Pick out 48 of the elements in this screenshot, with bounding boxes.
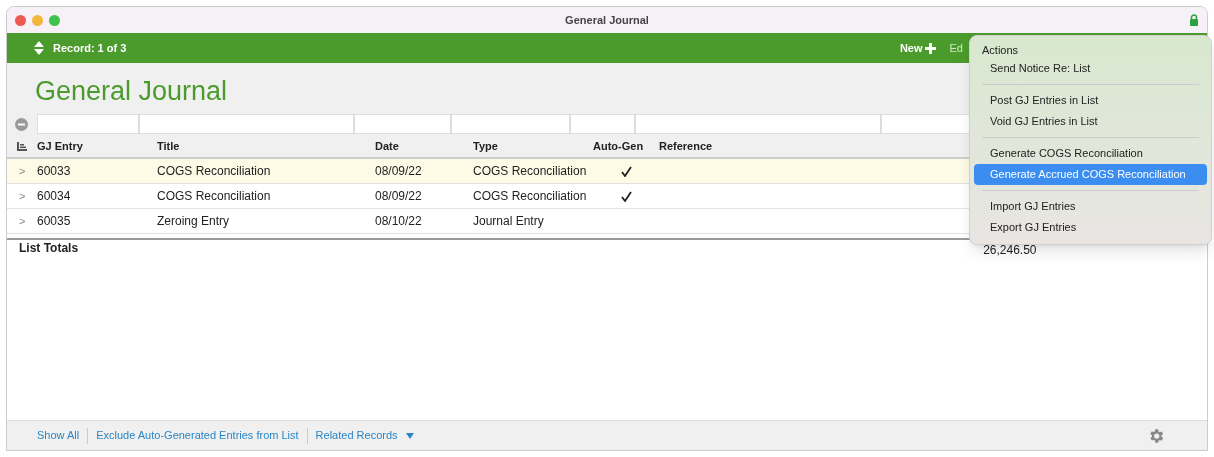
expand-chevron[interactable]: >: [17, 212, 37, 230]
table-cell-text: Journal Entry: [473, 213, 545, 230]
footer-link[interactable]: Show All: [37, 427, 80, 444]
page-heading: General Journal: [35, 74, 228, 108]
totals-value: 26,246.50: [983, 242, 1037, 259]
menu-item[interactable]: Post GJ Entries in List: [974, 90, 1207, 111]
filter-field[interactable]: [569, 114, 635, 134]
menu-item[interactable]: Send Notice Re: List: [974, 58, 1207, 79]
column-header[interactable]: Auto-Gen: [593, 137, 659, 155]
zoom-button[interactable]: [49, 14, 60, 26]
column-header[interactable]: Date: [375, 137, 473, 155]
column-header[interactable]: Title: [157, 137, 375, 155]
minimize-button[interactable]: [32, 14, 43, 26]
menu-title: Actions: [981, 42, 1020, 58]
column-header[interactable]: Type: [473, 137, 593, 155]
column-header[interactable]: GJ Entry: [37, 137, 157, 155]
totals-label: List Totals: [19, 240, 79, 257]
record-counter: Record: 1 of 3: [53, 40, 127, 56]
expand-chevron[interactable]: >: [17, 162, 37, 180]
filter-field[interactable]: [36, 114, 140, 134]
related-records-dropdown[interactable]: Related Records: [315, 427, 414, 444]
table-cell-text: 08/10/22: [375, 213, 423, 230]
footer-link[interactable]: Exclude Auto-Generated Entries from List: [96, 427, 299, 444]
column-header[interactable]: Reference: [659, 137, 909, 155]
menu-item[interactable]: Void GJ Entries in List: [974, 111, 1207, 132]
table-cell-text: 60034: [37, 188, 72, 205]
table-cell-text: 08/09/22: [375, 163, 423, 180]
up-down-arrows-icon[interactable]: [33, 40, 45, 56]
table-cell-text: 60035: [37, 213, 72, 230]
lock-icon[interactable]: [1189, 14, 1199, 26]
table-cell-text: 60033: [37, 163, 72, 180]
window-title: General Journal: [565, 12, 649, 28]
table-cell-text: Zeroing Entry: [157, 213, 231, 230]
table-cell-text: COGS Reconciliation: [473, 163, 588, 180]
minus-circle-icon[interactable]: [15, 117, 29, 131]
close-button[interactable]: [15, 14, 26, 26]
caret-icon: [405, 432, 414, 439]
table-cell-text: COGS Reconciliation: [157, 163, 272, 180]
sort-icon[interactable]: [17, 141, 27, 151]
filter-field[interactable]: [139, 114, 355, 134]
table-cell-text: COGS Reconciliation: [473, 188, 588, 205]
table-cell-text: COGS Reconciliation: [157, 188, 272, 205]
plus-icon: [924, 42, 936, 54]
filter-field[interactable]: [451, 114, 570, 134]
expand-chevron[interactable]: >: [17, 187, 37, 205]
filter-field[interactable]: [354, 114, 452, 134]
table-cell-text: 08/09/22: [375, 188, 423, 205]
filter-field[interactable]: [634, 114, 882, 134]
